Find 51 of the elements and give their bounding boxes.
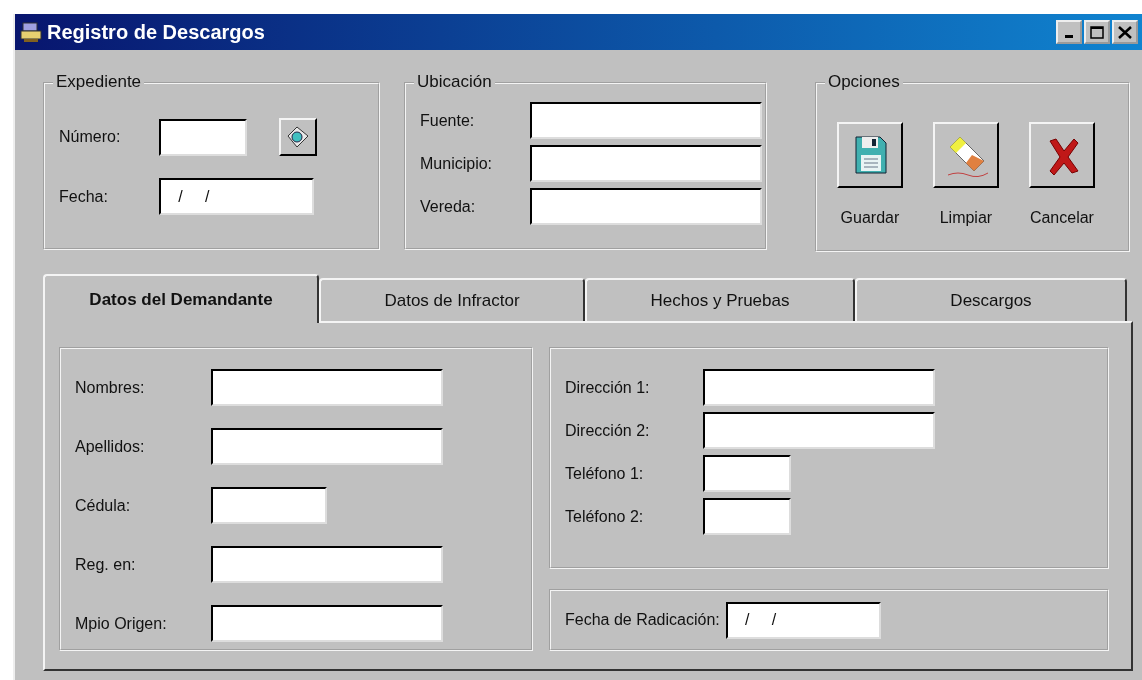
- close-button[interactable]: [1112, 20, 1138, 44]
- minimize-icon: [1065, 34, 1073, 38]
- field-label: Mpio Origen:: [75, 613, 168, 634]
- date-field[interactable]: / /: [725, 601, 881, 639]
- field-label: Fecha:: [59, 186, 109, 207]
- clear-button[interactable]: [932, 122, 999, 188]
- maximize-icon: [1088, 23, 1106, 41]
- button-label: Guardar: [840, 208, 900, 228]
- text-field[interactable]: [211, 428, 443, 465]
- tab[interactable]: Datos del Demandante: [43, 274, 319, 323]
- field-label: Municipio:: [420, 153, 494, 174]
- field-label: Número:: [59, 127, 122, 147]
- tab[interactable]: Datos de Infractor: [319, 278, 585, 321]
- typewriter-icon: [19, 20, 43, 45]
- text-field[interactable]: [211, 369, 443, 406]
- field-label: Nombres:: [75, 377, 146, 398]
- text-field[interactable]: [211, 546, 443, 583]
- field-label: Vereda:: [420, 196, 477, 217]
- close-icon: [1116, 23, 1134, 41]
- button-label: Limpiar: [939, 208, 993, 228]
- cancel-button[interactable]: [1028, 122, 1095, 188]
- field-label: Apellidos:: [75, 436, 146, 457]
- text-field[interactable]: [703, 412, 935, 449]
- text-field[interactable]: [530, 145, 762, 182]
- field-label: Cédula:: [75, 495, 132, 516]
- field-label: Teléfono 2:: [565, 506, 645, 527]
- field-label: Fecha de Radicación:: [565, 610, 720, 630]
- group-title: Expediente: [53, 72, 145, 92]
- window-title: Registro de Descargos: [47, 20, 265, 45]
- save-button[interactable]: [836, 122, 903, 188]
- field-label: Fuente:: [420, 110, 476, 131]
- text-field[interactable]: [530, 102, 762, 139]
- maximize-button[interactable]: [1084, 20, 1110, 44]
- lookup-button[interactable]: [279, 118, 317, 156]
- text-field[interactable]: [703, 455, 791, 492]
- text-field[interactable]: [703, 369, 935, 406]
- text-field[interactable]: [159, 118, 247, 156]
- field-label: Teléfono 1:: [565, 463, 645, 484]
- field-label: Dirección 2:: [565, 420, 651, 441]
- group-title: Opciones: [824, 72, 903, 92]
- text-field[interactable]: [703, 498, 791, 535]
- minimize-button[interactable]: [1056, 20, 1082, 44]
- field-label: Reg. en:: [75, 554, 137, 575]
- field-label: Dirección 1:: [565, 377, 651, 398]
- text-field[interactable]: [211, 487, 327, 524]
- date-field[interactable]: / /: [159, 178, 314, 215]
- tab[interactable]: Hechos y Pruebas: [585, 278, 855, 321]
- text-field[interactable]: [530, 188, 762, 225]
- button-label: Cancelar: [1029, 208, 1094, 228]
- tab[interactable]: Descargos: [855, 278, 1127, 321]
- text-field[interactable]: [211, 605, 443, 642]
